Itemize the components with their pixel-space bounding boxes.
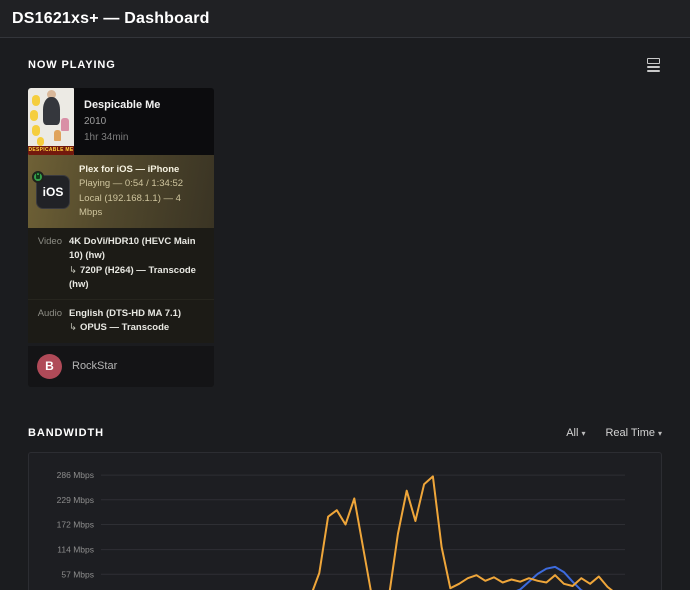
filter-time-dropdown[interactable]: Real Time ▾: [605, 427, 662, 439]
chevron-down-icon: ▾: [581, 428, 586, 438]
sessions-icon-bar-outline: [647, 58, 660, 64]
svg-text:229 Mbps: 229 Mbps: [57, 494, 94, 504]
sessions-list-icon[interactable]: [645, 56, 662, 74]
now-playing-header: NOW PLAYING: [28, 56, 662, 74]
main-content: NOW PLAYING DESPICABLE ME Despicable Me: [0, 38, 690, 590]
session-details: Plex for iOS — iPhone Playing — 0:54 / 1…: [79, 163, 206, 220]
poster-art: [32, 95, 40, 106]
lock-icon: [36, 171, 40, 179]
svg-text:286 Mbps: 286 Mbps: [57, 470, 94, 480]
audio-target: ↳ OPUS — Transcode: [69, 322, 170, 334]
video-stream-row: Video 4K DoVi/HDR10 (HEVC Main 10) (hw) …: [28, 228, 214, 299]
session-connection: Local (192.168.1.1) — 4 Mbps: [79, 192, 181, 218]
page-header: DS1621xs+ — Dashboard: [0, 0, 690, 38]
chevron-down-icon: ▾: [657, 428, 662, 438]
audio-stream-row: Audio English (DTS-HD MA 7.1) ↳ OPUS — Tr…: [28, 299, 214, 343]
poster-art: [61, 118, 69, 131]
session-player: Plex for iOS — iPhone: [79, 164, 180, 175]
user-avatar: B: [37, 353, 62, 379]
filter-scope-dropdown[interactable]: All ▾: [566, 427, 585, 439]
video-stream-info: 4K DoVi/HDR10 (HEVC Main 10) (hw) ↳ 720P …: [69, 235, 206, 292]
bandwidth-header: BANDWIDTH All ▾ Real Time ▾: [28, 427, 662, 439]
ios-platform-tile: iOS: [32, 170, 70, 209]
movie-poster[interactable]: DESPICABLE ME: [28, 88, 74, 155]
media-metadata: Despicable Me 2010 1hr 34min: [84, 88, 160, 155]
bandwidth-filters: All ▾ Real Time ▾: [566, 427, 662, 439]
now-playing-card[interactable]: DESPICABLE ME Despicable Me 2010 1hr 34m…: [28, 88, 214, 387]
video-target: ↳ 720P (H264) — Transcode (hw): [69, 264, 196, 290]
bandwidth-chart-panel: 57 Mbps114 Mbps172 Mbps229 Mbps286 Mbps2…: [28, 451, 662, 590]
stream-details-block: Video 4K DoVi/HDR10 (HEVC Main 10) (hw) …: [28, 228, 214, 343]
video-source: 4K DoVi/HDR10 (HEVC Main 10) (hw): [69, 236, 196, 262]
video-label: Video: [37, 236, 62, 247]
transcode-arrow-icon: ↳: [69, 322, 77, 334]
svg-text:172 Mbps: 172 Mbps: [57, 519, 94, 529]
bandwidth-label: BANDWIDTH: [28, 426, 104, 439]
poster-caption: DESPICABLE ME: [28, 146, 74, 155]
poster-art: [30, 110, 38, 121]
page-title: DS1621xs+ — Dashboard: [12, 9, 210, 27]
poster-art: [32, 125, 40, 136]
secure-connection-badge: [32, 170, 44, 183]
sessions-icon-bar: [647, 66, 660, 68]
transcode-arrow-icon: ↳: [69, 264, 77, 276]
poster-art: [37, 137, 44, 146]
user-row[interactable]: B RockStar: [28, 345, 214, 387]
media-year: 2010: [84, 116, 107, 128]
audio-stream-info: English (DTS-HD MA 7.1) ↳ OPUS — Transcod…: [69, 307, 181, 336]
svg-text:57 Mbps: 57 Mbps: [61, 569, 94, 579]
poster-art: [54, 130, 61, 141]
media-duration: 1hr 34min: [84, 131, 129, 143]
now-playing-label: NOW PLAYING: [28, 59, 116, 71]
ios-platform-label: iOS: [42, 184, 64, 199]
user-name: RockStar: [72, 360, 118, 372]
bandwidth-chart-svg: 57 Mbps114 Mbps172 Mbps229 Mbps286 Mbps2…: [57, 470, 625, 590]
sessions-icon-bar: [647, 70, 660, 72]
poster-art: [43, 97, 60, 125]
media-title: Despicable Me: [84, 99, 161, 111]
audio-source: English (DTS-HD MA 7.1): [69, 308, 182, 319]
audio-label: Audio: [37, 308, 62, 319]
bandwidth-chart: 57 Mbps114 Mbps172 Mbps229 Mbps286 Mbps2…: [29, 453, 661, 590]
media-info-row: DESPICABLE ME Despicable Me 2010 1hr 34m…: [28, 88, 214, 155]
playback-session-row[interactable]: iOS Plex for iOS — iPhone Playing — 0:54…: [28, 155, 214, 228]
session-progress: Playing — 0:54 / 1:34:52: [79, 178, 184, 190]
svg-text:114 Mbps: 114 Mbps: [57, 544, 94, 554]
bandwidth-section: BANDWIDTH All ▾ Real Time ▾ 57 Mbps 114 Mbp…: [28, 427, 662, 590]
